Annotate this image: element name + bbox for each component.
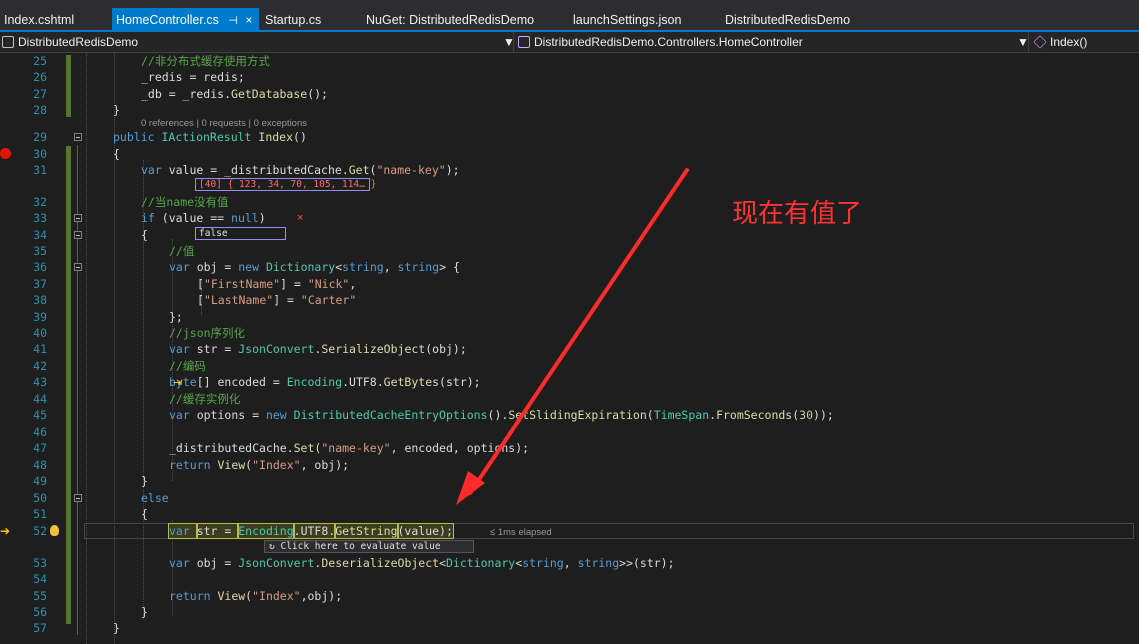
navigation-bar: DistributedRedisDemo ▼ DistributedRedisD… [0,32,1139,53]
divider [1028,32,1029,52]
tab-nuget[interactable]: NuGet: DistributedRedisDemo [362,8,538,32]
arrow-shaft [468,168,689,495]
tab-startup[interactable]: Startup.cs [261,8,325,32]
tab-label: Index.cshtml [4,13,75,27]
annotation-text: 现在有值了 [732,199,863,229]
project-dropdown[interactable]: DistributedRedisDemo [2,32,138,52]
divider [513,32,514,52]
tab-homecontroller[interactable]: HomeController.cs ⊣ × [112,8,259,32]
tab-index-cshtml[interactable]: Index.cshtml [0,8,78,32]
tab-label: DistributedRedisDemo [725,13,851,27]
tab-label: HomeController.cs [116,13,219,27]
class-dropdown[interactable]: DistributedRedisDemo.Controllers.HomeCon… [518,32,803,52]
tab-label: Startup.cs [265,13,322,27]
class-label: DistributedRedisDemo.Controllers.HomeCon… [534,35,803,49]
tab-distributedredisdemo[interactable]: DistributedRedisDemo [721,8,854,32]
project-icon [2,36,14,48]
tab-label: launchSettings.json [573,13,682,27]
code-editor[interactable]: 0 references | 0 requests | 0 exceptions… [0,53,1139,644]
class-icon [518,36,530,48]
close-icon[interactable]: × [245,13,252,27]
tab-label: NuGet: DistributedRedisDemo [366,13,535,27]
member-dropdown[interactable]: Index() [1033,32,1088,52]
tab-launchsettings[interactable]: launchSettings.json [569,8,685,32]
member-label: Index() [1050,35,1088,49]
document-tab-bar: Index.cshtml HomeController.cs ⊣ × Start… [0,0,1139,32]
pin-icon[interactable]: ⊣ [228,15,238,27]
method-icon [1033,35,1047,49]
annotation-arrow [456,168,689,505]
project-label: DistributedRedisDemo [18,35,139,49]
